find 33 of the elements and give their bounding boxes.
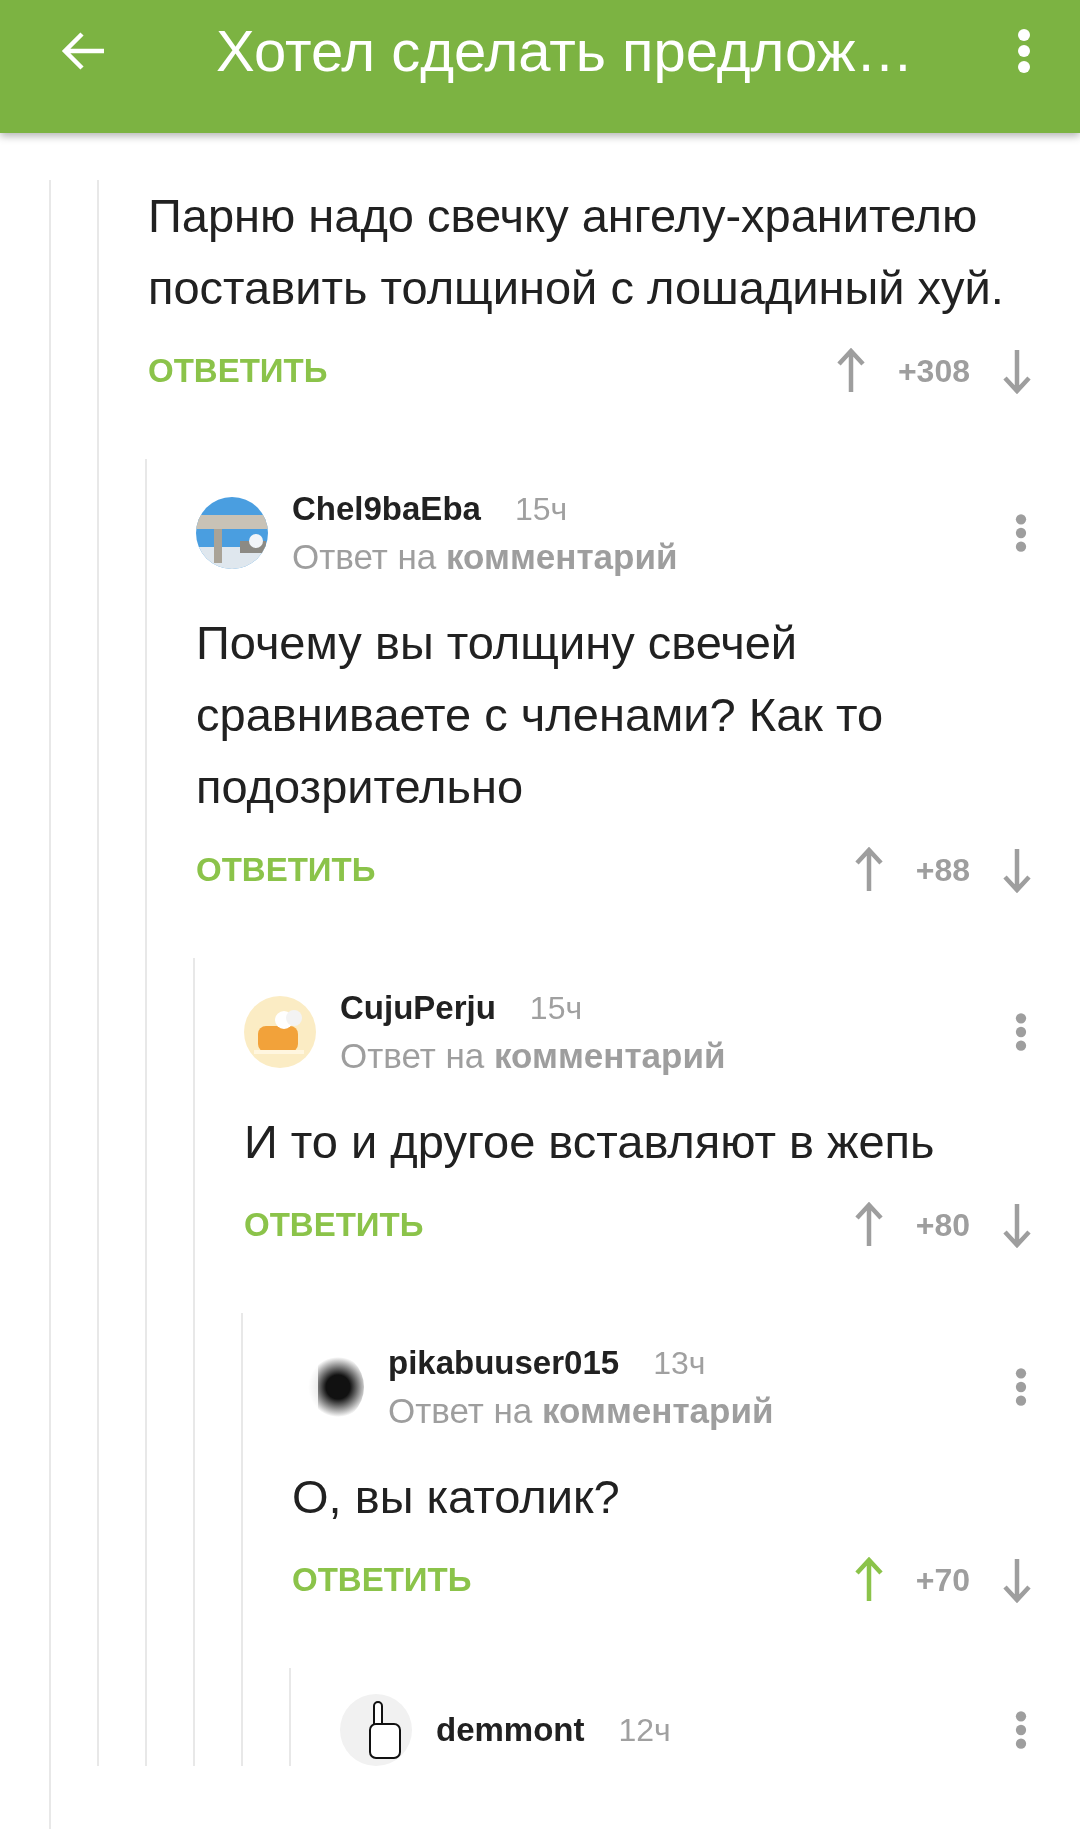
comment-text: И то и другое вставляют в жепь bbox=[244, 1114, 936, 1170]
comment-time: 12ч bbox=[618, 1711, 671, 1750]
author-name[interactable]: Chel9baEba bbox=[292, 485, 481, 533]
more-icon[interactable] bbox=[1015, 1012, 1027, 1052]
downvote-icon[interactable] bbox=[1002, 348, 1032, 394]
reply-to-text: Ответ на комментарий bbox=[340, 1035, 727, 1077]
downvote-icon[interactable] bbox=[1002, 1557, 1032, 1603]
score: +80 bbox=[915, 1206, 970, 1244]
reply-to-text: Ответ на комментарий bbox=[292, 536, 679, 578]
reply-to-text: Ответ на комментарий bbox=[388, 1390, 775, 1432]
downvote-icon[interactable] bbox=[1002, 847, 1032, 893]
upvote-icon[interactable] bbox=[835, 348, 866, 394]
comment-text: О, вы католик? bbox=[292, 1469, 621, 1525]
more-icon[interactable] bbox=[1015, 1710, 1027, 1750]
app-bar-title: Хотел сделать предлож… bbox=[216, 17, 914, 84]
more-icon[interactable] bbox=[1017, 27, 1031, 74]
author-name[interactable]: pikabuuser015 bbox=[388, 1339, 620, 1387]
upvote-icon[interactable] bbox=[853, 1202, 884, 1248]
upvote-icon[interactable] bbox=[853, 1557, 884, 1603]
author-name[interactable]: CujuPerju bbox=[340, 984, 496, 1032]
score: +88 bbox=[915, 851, 970, 889]
downvote-icon[interactable] bbox=[1002, 1202, 1032, 1248]
upvote-icon[interactable] bbox=[853, 847, 884, 893]
comment-time: 15ч bbox=[529, 989, 583, 1028]
author-name[interactable]: demmont bbox=[436, 1706, 585, 1754]
more-icon[interactable] bbox=[1015, 513, 1027, 553]
comment-time: 13ч bbox=[653, 1344, 706, 1383]
more-icon[interactable] bbox=[1015, 1367, 1027, 1407]
comment-text: Почему вы толщину свечей сравниваете с членами? Как то подозрительно bbox=[196, 615, 885, 815]
score: +70 bbox=[915, 1561, 970, 1599]
comment-text: Парню надо свечку ангелу-хранителю поставить толщиной с лошадиный хуй. bbox=[148, 188, 1005, 316]
comment-time: 15ч bbox=[514, 490, 568, 529]
score: +308 bbox=[897, 352, 970, 390]
